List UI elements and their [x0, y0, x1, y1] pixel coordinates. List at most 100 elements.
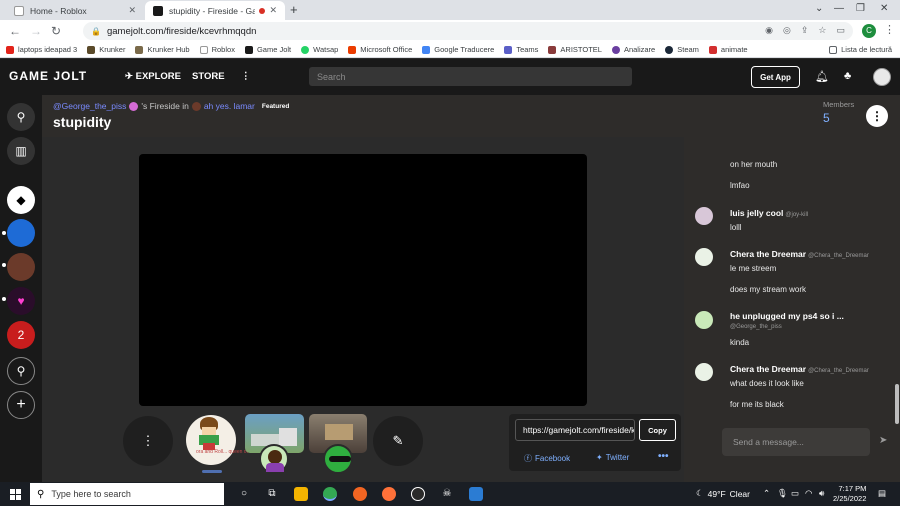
- extension-icon[interactable]: ▭: [836, 25, 845, 36]
- bookmark-item[interactable]: Roblox: [199, 45, 235, 54]
- volume-icon[interactable]: 🔊︎: [819, 488, 824, 499]
- featured-badge: Featured: [261, 102, 290, 110]
- tab-close-icon[interactable]: ✕: [269, 5, 277, 16]
- bookmark-item[interactable]: Steam: [665, 45, 699, 54]
- video-player[interactable]: [139, 154, 587, 406]
- twitter-share-link[interactable]: ✦ Twitter: [596, 453, 629, 462]
- file-explorer-icon[interactable]: [294, 487, 308, 501]
- reload-icon[interactable]: ↻: [51, 24, 61, 38]
- chat-avatar[interactable]: [695, 311, 713, 329]
- community-fnf-icon[interactable]: [7, 219, 35, 247]
- wifi-icon[interactable]: ◠: [805, 488, 812, 499]
- share-more-button[interactable]: •••: [658, 451, 669, 462]
- forward-icon[interactable]: →: [30, 24, 42, 38]
- bookmark-item[interactable]: Google Traducere: [422, 45, 494, 54]
- gamejolt-logo[interactable]: GAME JOLT: [9, 69, 87, 83]
- bookmark-item[interactable]: Krunker Hub: [135, 45, 190, 54]
- eye-icon[interactable]: ◎: [783, 25, 791, 36]
- streamer-avatar-1[interactable]: [186, 415, 236, 465]
- recorder-icon[interactable]: [411, 487, 425, 501]
- taskbar-search[interactable]: ⚲ Type here to search: [30, 483, 224, 505]
- star-icon[interactable]: ☆: [818, 25, 826, 36]
- bookmark-item[interactable]: Watsap: [301, 45, 338, 54]
- chat-username[interactable]: luis jelly cool @joy-kill: [730, 208, 808, 218]
- activity-icon[interactable]: ⚲: [7, 103, 35, 131]
- members-count[interactable]: 5: [823, 111, 830, 125]
- omnibox[interactable]: 🔒 gamejolt.com/fireside/kcevrhmqqdn ◉ ◎ …: [83, 22, 853, 40]
- tab-close-icon[interactable]: ✕: [128, 5, 136, 16]
- user-avatar[interactable]: [873, 68, 891, 86]
- battery-icon[interactable]: ▭: [791, 488, 799, 499]
- new-tab-button[interactable]: +: [290, 2, 298, 17]
- facebook-share-link[interactable]: ⓕ Facebook: [524, 453, 570, 464]
- windows-start-icon[interactable]: [10, 489, 21, 500]
- skull-app-icon[interactable]: ☠: [440, 487, 454, 501]
- bookmark-item[interactable]: laptops ideapad 3: [6, 45, 77, 54]
- library-icon[interactable]: ▥: [7, 137, 35, 165]
- bookmark-item[interactable]: animate: [708, 45, 748, 54]
- firefox-icon[interactable]: [382, 487, 396, 501]
- sticker-button[interactable]: ✎: [373, 416, 423, 466]
- bookmark-item[interactable]: Microsoft Office: [348, 45, 412, 54]
- maximize-button[interactable]: ❐: [856, 3, 865, 14]
- bookmark-item[interactable]: ARISTOTEL: [548, 45, 602, 54]
- chat-message-input[interactable]: [722, 428, 870, 456]
- profile-avatar[interactable]: C: [862, 24, 876, 38]
- share-icon[interactable]: ⇪: [801, 25, 809, 36]
- bookmark-item[interactable]: Krunker: [87, 45, 125, 54]
- more-menu-icon[interactable]: ⋮: [241, 71, 251, 82]
- close-window-button[interactable]: ✕: [880, 3, 888, 14]
- add-community-icon[interactable]: +: [7, 391, 35, 419]
- chat-username[interactable]: Chera the Dreemar @Chera_the_Dreemar: [730, 249, 869, 259]
- app-icon-orange[interactable]: [353, 487, 367, 501]
- share-url-field[interactable]: [515, 419, 635, 441]
- notifications-icon[interactable]: ▤: [878, 488, 886, 499]
- bell-icon[interactable]: 🔔︎: [815, 70, 829, 83]
- minimize-button[interactable]: —: [834, 3, 844, 14]
- tab-roblox[interactable]: Home - Roblox ✕: [6, 1, 144, 20]
- explore-link[interactable]: ✈ EXPLORE: [125, 71, 181, 82]
- streamer-avatar-3[interactable]: [323, 444, 353, 474]
- weather-widget[interactable]: ☾ 49°F Clear: [696, 488, 750, 499]
- bookmark-item[interactable]: Teams: [504, 45, 538, 54]
- tray-chevron-icon[interactable]: ⌃: [763, 488, 770, 499]
- store-link[interactable]: STORE: [192, 71, 225, 82]
- bookmark-item[interactable]: Analizare: [611, 45, 655, 54]
- copy-button[interactable]: Copy: [639, 419, 676, 441]
- stage-options-button[interactable]: ⋮: [123, 416, 173, 466]
- search-communities-icon[interactable]: ⚲: [7, 357, 35, 385]
- store-app-icon[interactable]: [469, 487, 483, 501]
- chat-username[interactable]: Chera the Dreemar @Chera_the_Dreemar: [730, 364, 869, 374]
- community-roblox-icon[interactable]: ◆: [7, 186, 35, 214]
- bookmark-item[interactable]: Game Jolt: [244, 45, 291, 54]
- widgets-icon[interactable]: ⧉: [265, 487, 279, 501]
- quest-icon[interactable]: ♣: [844, 70, 851, 82]
- chat-avatar[interactable]: [695, 248, 713, 266]
- task-view-icon[interactable]: ○: [237, 487, 251, 501]
- community-lamar-icon[interactable]: [7, 253, 35, 281]
- owner-link[interactable]: @George_the_piss: [53, 101, 126, 111]
- community-link[interactable]: ah yes. lamar: [204, 101, 255, 111]
- taskbar-clock[interactable]: 7:17 PM 2/25/2022: [833, 484, 866, 504]
- browser-menu-icon[interactable]: ⋮: [884, 23, 895, 36]
- community-heart-icon[interactable]: ♥: [7, 287, 35, 315]
- chat-scrollbar[interactable]: [895, 384, 899, 424]
- lock-icon: 🔒: [91, 26, 101, 36]
- send-icon[interactable]: ➤: [879, 435, 887, 446]
- tab-fireside[interactable]: stupidity - Fireside - Game Jolt ✕: [145, 1, 285, 20]
- back-icon[interactable]: ←: [9, 24, 21, 38]
- chat-avatar[interactable]: [695, 207, 713, 225]
- reading-list[interactable]: Lista de lectură: [829, 45, 892, 54]
- search-input[interactable]: [309, 67, 632, 86]
- chrome-icon[interactable]: [323, 487, 337, 501]
- chat-username[interactable]: he unplugged my ps4 so i ...: [730, 311, 844, 321]
- chevron-down-icon[interactable]: ⌄: [815, 3, 823, 14]
- microphone-icon[interactable]: 🎙︎: [777, 488, 788, 499]
- get-app-button[interactable]: Get App: [751, 66, 800, 88]
- streamer-avatar-2[interactable]: [259, 444, 289, 474]
- community-two-icon[interactable]: 2: [7, 321, 35, 349]
- url-text[interactable]: gamejolt.com/fireside/kcevrhmqqdn: [107, 26, 256, 37]
- chat-avatar[interactable]: [695, 363, 713, 381]
- camera-icon[interactable]: ◉: [765, 25, 773, 36]
- fireside-menu-button[interactable]: ⋮: [866, 105, 888, 127]
